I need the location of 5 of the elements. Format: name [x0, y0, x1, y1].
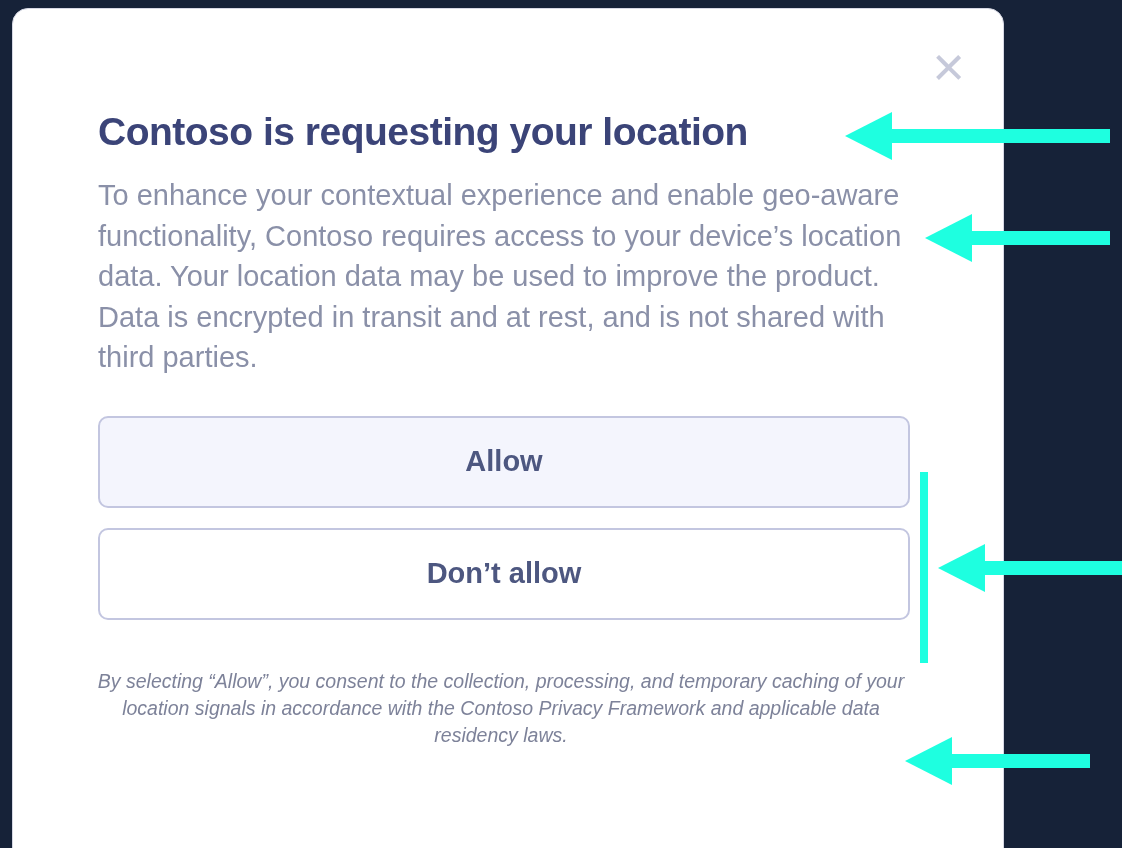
consent-notice: By selecting “Allow”, you consent to the collection, processing, and temporary caching of your location signals in accordance with the Contoso Privacy Framework and applicable data residency laws.: [96, 668, 906, 748]
deny-button[interactable]: Don’t allow: [98, 527, 910, 620]
dialog-message: To enhance your contextual experience and enable geo-aware functionality, Contoso requires access to your device’s location data. Your location data may be used to improve the product. Data is encrypted in transit and at rest, and is not shared with third parties.: [98, 178, 903, 375]
dialog-title: Contoso is requesting your location: [98, 109, 749, 155]
allow-button[interactable]: Allow: [98, 415, 910, 508]
